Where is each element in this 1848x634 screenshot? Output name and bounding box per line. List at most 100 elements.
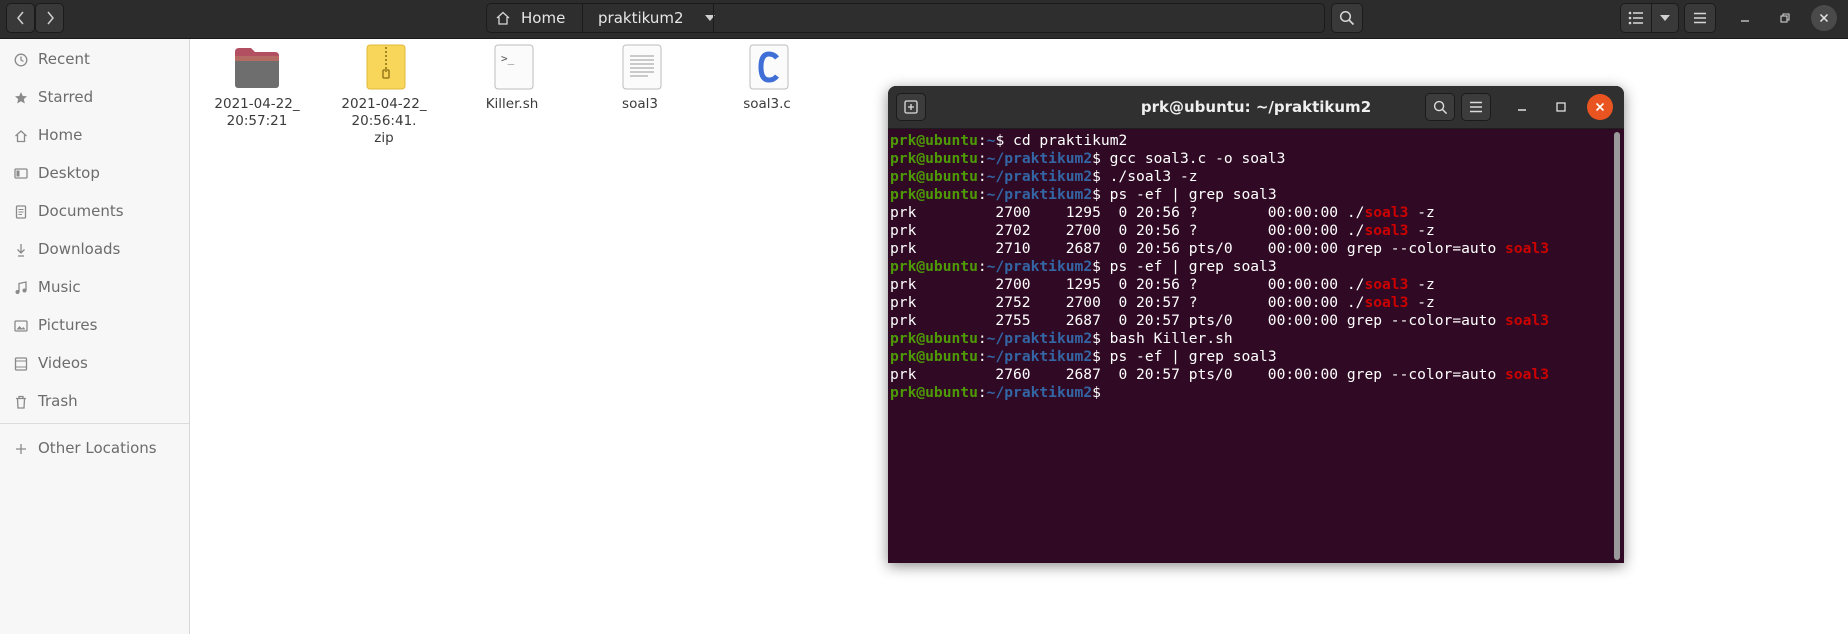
terminal-output-line: prk 2700 1295 0 20:56 ? 00:00:00 ./soal3… xyxy=(890,276,1610,294)
file-item-killer-sh[interactable]: >_ Killer.sh xyxy=(448,44,576,113)
prompt-separator: : xyxy=(977,258,987,275)
grep-match: soal3 xyxy=(1364,294,1409,311)
file-item-soal3-c[interactable]: soal3.c xyxy=(703,44,831,113)
zip-archive-icon xyxy=(360,44,408,92)
prompt-separator: : xyxy=(977,384,987,401)
prompt-separator: : xyxy=(977,330,987,347)
terminal-minimize-button[interactable] xyxy=(1509,94,1535,120)
caret-down-icon xyxy=(1660,15,1670,21)
file-name: 2021-04-22_ 20:57:21 xyxy=(214,96,300,129)
prompt-path: ~/praktikum2 xyxy=(986,150,1093,167)
terminal-menu-button[interactable] xyxy=(1461,93,1491,121)
trash-icon xyxy=(13,394,29,410)
sidebar-item-music[interactable]: Music xyxy=(0,269,189,305)
desktop-icon xyxy=(13,166,29,182)
breadcrumb-home[interactable]: Home xyxy=(495,4,565,32)
sidebar-item-home[interactable]: Home xyxy=(0,117,189,153)
close-icon xyxy=(1595,102,1605,112)
output-text: prk 2755 2687 0 20:57 pts/0 00:00:00 gre… xyxy=(890,312,1506,329)
output-text: -z xyxy=(1408,276,1435,293)
search-icon xyxy=(1433,100,1447,114)
file-item-zip[interactable]: 2021-04-22_ 20:56:41. zip xyxy=(320,44,448,147)
prompt-user: prk@ubuntu xyxy=(890,330,978,347)
text-file-icon xyxy=(616,44,664,92)
sidebar-item-other-locations[interactable]: Other Locations xyxy=(0,430,189,466)
search-icon xyxy=(1339,10,1355,26)
output-text: -z xyxy=(1408,222,1435,239)
sidebar-item-starred[interactable]: Starred xyxy=(0,79,189,115)
prompt-separator: : xyxy=(977,168,987,185)
places-sidebar: Recent Starred Home Desktop Documents Do… xyxy=(0,39,190,634)
sidebar-item-label: Trash xyxy=(38,392,78,410)
file-item-folder[interactable]: 2021-04-22_ 20:57:21 xyxy=(193,44,321,130)
file-manager-headerbar: Home praktikum2 xyxy=(0,0,1848,39)
restore-icon xyxy=(1780,13,1790,23)
terminal-prompt-line: prk@ubuntu:~/praktikum2$ gcc soal3.c -o … xyxy=(890,150,1610,168)
chevron-right-icon xyxy=(46,11,54,25)
terminal-search-button[interactable] xyxy=(1425,93,1455,121)
hamburger-menu-icon xyxy=(1694,12,1706,24)
home-icon xyxy=(496,11,510,25)
terminal-window: prk@ubuntu: ~/praktikum2 prk@ubuntu:~$ c… xyxy=(888,86,1624,563)
terminal-maximize-button[interactable] xyxy=(1548,94,1574,120)
document-icon xyxy=(13,204,29,220)
file-item-soal3[interactable]: soal3 xyxy=(576,44,704,113)
clock-icon xyxy=(13,52,29,68)
chevron-left-icon xyxy=(16,11,24,25)
grep-match: soal3 xyxy=(1364,222,1409,239)
forward-button[interactable] xyxy=(35,3,64,33)
prompt-command: $ cd praktikum2 xyxy=(995,132,1128,149)
prompt-command: $ xyxy=(1092,384,1110,401)
prompt-path: ~/praktikum2 xyxy=(986,168,1093,185)
output-text: prk 2702 2700 0 20:56 ? 00:00:00 ./ xyxy=(890,222,1365,239)
sidebar-item-label: Desktop xyxy=(38,164,100,182)
terminal-close-button[interactable] xyxy=(1587,94,1613,120)
terminal-output[interactable]: prk@ubuntu:~$ cd praktikum2 prk@ubuntu:~/… xyxy=(888,129,1610,563)
sidebar-item-recent[interactable]: Recent xyxy=(0,41,189,77)
file-name: soal3 xyxy=(622,96,658,112)
terminal-prompt-line: prk@ubuntu:~/praktikum2$ ps -ef | grep s… xyxy=(890,186,1610,204)
back-button[interactable] xyxy=(6,3,35,33)
download-icon xyxy=(13,242,29,258)
sidebar-item-pictures[interactable]: Pictures xyxy=(0,307,189,343)
restore-button[interactable] xyxy=(1772,5,1798,31)
view-options-button[interactable] xyxy=(1651,3,1679,33)
sidebar-item-label: Documents xyxy=(38,202,124,220)
output-text: prk 2700 1295 0 20:56 ? 00:00:00 ./ xyxy=(890,204,1365,221)
output-text: prk 2760 2687 0 20:57 pts/0 00:00:00 gre… xyxy=(890,366,1506,383)
sidebar-item-trash[interactable]: Trash xyxy=(0,383,189,419)
c-source-icon xyxy=(743,44,791,92)
video-icon xyxy=(13,356,29,372)
close-button[interactable] xyxy=(1811,5,1837,31)
output-text: prk 2710 2687 0 20:56 pts/0 00:00:00 gre… xyxy=(890,240,1506,257)
terminal-scrollbar[interactable] xyxy=(1614,132,1620,560)
terminal-output-line: prk 2760 2687 0 20:57 pts/0 00:00:00 gre… xyxy=(890,366,1610,384)
prompt-command: $ ps -ef | grep soal3 xyxy=(1092,186,1277,203)
minimize-button[interactable] xyxy=(1732,5,1758,31)
grep-match: soal3 xyxy=(1505,366,1549,383)
terminal-prompt-line: prk@ubuntu:~/praktikum2$ bash Killer.sh xyxy=(890,330,1610,348)
prompt-user: prk@ubuntu xyxy=(890,186,978,203)
plus-icon xyxy=(13,441,29,457)
prompt-user: prk@ubuntu xyxy=(890,258,978,275)
output-text: -z xyxy=(1408,204,1435,221)
terminal-prompt-line: prk@ubuntu:~/praktikum2$ xyxy=(890,384,1610,402)
terminal-output-line: prk 2700 1295 0 20:56 ? 00:00:00 ./soal3… xyxy=(890,204,1610,222)
prompt-user: prk@ubuntu xyxy=(890,384,978,401)
sidebar-item-videos[interactable]: Videos xyxy=(0,345,189,381)
breadcrumb-current[interactable]: praktikum2 xyxy=(598,4,716,32)
search-button[interactable] xyxy=(1331,3,1363,33)
terminal-prompt-line: prk@ubuntu:~$ cd praktikum2 xyxy=(890,132,1610,150)
prompt-user: prk@ubuntu xyxy=(890,132,978,149)
prompt-user: prk@ubuntu xyxy=(890,348,978,365)
sidebar-item-documents[interactable]: Documents xyxy=(0,193,189,229)
prompt-command: $ ps -ef | grep soal3 xyxy=(1092,348,1277,365)
main-menu-button[interactable] xyxy=(1684,3,1716,33)
breadcrumb-home-label: Home xyxy=(521,9,566,27)
view-list-button[interactable] xyxy=(1620,3,1652,33)
output-text: prk 2752 2700 0 20:57 ? 00:00:00 ./ xyxy=(890,294,1365,311)
sidebar-item-desktop[interactable]: Desktop xyxy=(0,155,189,191)
maximize-icon xyxy=(1556,102,1566,112)
sidebar-item-downloads[interactable]: Downloads xyxy=(0,231,189,267)
prompt-path: ~/praktikum2 xyxy=(986,348,1093,365)
